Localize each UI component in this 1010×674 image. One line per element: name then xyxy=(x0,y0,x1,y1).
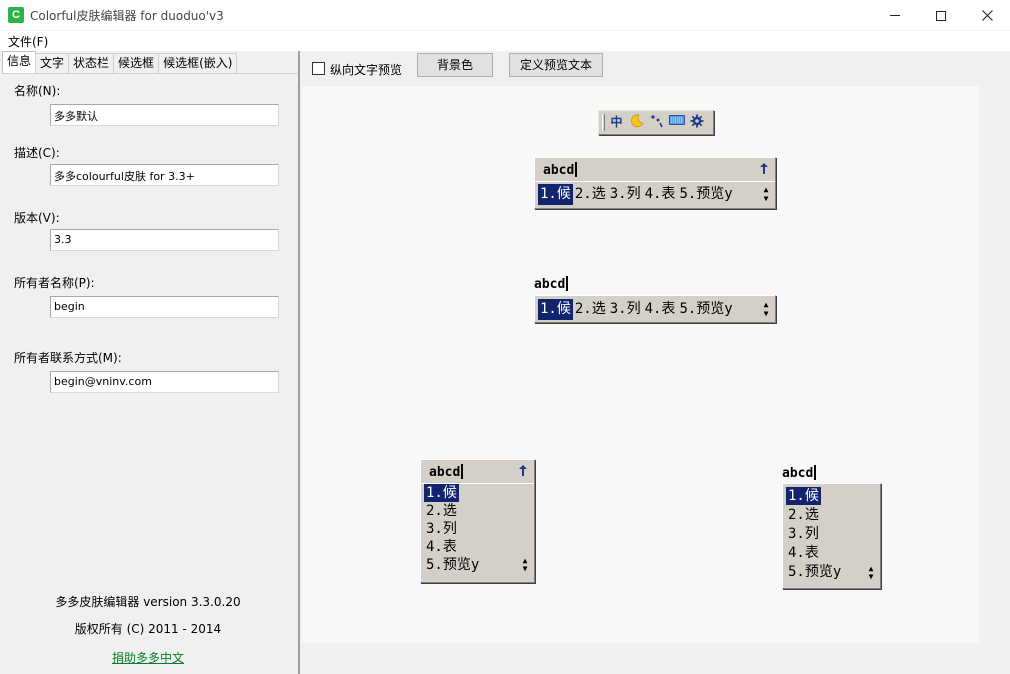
close-icon xyxy=(981,10,993,21)
candidate-item[interactable]: 1.候 xyxy=(424,484,459,502)
ime-status-bar: 中 xyxy=(598,110,714,135)
candidate-row: 1.候 xyxy=(421,484,534,502)
close-button[interactable] xyxy=(964,0,1010,31)
candidate-item[interactable]: 5.预览y xyxy=(677,184,734,205)
owner-field[interactable]: begin xyxy=(50,296,279,318)
candidate-row: 2.选 xyxy=(421,502,534,520)
tab-divider xyxy=(2,73,298,74)
pin-icon[interactable] xyxy=(759,162,769,178)
copyright-info: 版权所有 (C) 2011 - 2014 xyxy=(74,622,222,636)
candidate-row: 3.列 xyxy=(421,520,534,538)
window-title: Colorful皮肤编辑器 for duoduo'v3 xyxy=(30,9,224,23)
keyboard-icon[interactable] xyxy=(668,114,685,131)
composition-row: abcd xyxy=(535,158,775,182)
embedded-composition-text: abcd xyxy=(782,465,817,481)
donate-link[interactable]: 捐助多多中文 xyxy=(0,649,296,666)
candidate-row: 2.选 xyxy=(783,506,880,525)
contact-label: 所有者联系方式(M): xyxy=(14,351,122,365)
candidate-item[interactable]: 5.预览y xyxy=(424,556,481,574)
candidate-item[interactable]: 1.候 xyxy=(786,487,821,505)
candidate-item[interactable]: 2.选 xyxy=(573,184,608,205)
zhong-icon[interactable]: 中 xyxy=(608,114,625,131)
candidate-row: 3.列 xyxy=(783,525,880,544)
title-bar: C Colorful皮肤编辑器 for duoduo'v3 xyxy=(0,0,1010,31)
contact-field[interactable]: begin@vninv.com xyxy=(50,371,279,393)
name-field[interactable]: 多多默认 xyxy=(50,104,279,126)
page-down-icon[interactable]: ▼ xyxy=(760,195,772,203)
menu-bar: 文件(F) xyxy=(0,31,1010,51)
define-preview-text-button[interactable]: 定义预览文本 xyxy=(509,53,603,77)
candidate-row: 1.候 2.选 3.列 4.表 5.预览y ▲ ▼ xyxy=(535,296,775,322)
composition-row: abcd xyxy=(421,460,534,484)
page-up-icon[interactable]: ▲ xyxy=(760,186,772,194)
page-down-icon[interactable]: ▼ xyxy=(760,310,772,318)
gear-icon[interactable] xyxy=(688,114,705,131)
maximize-icon xyxy=(936,10,946,21)
background-color-button[interactable]: 背景色 xyxy=(417,53,493,77)
candidate-item[interactable]: 2.选 xyxy=(573,299,608,320)
tab-strip: 信息 文字 状态栏 候选框 候选框(嵌入) xyxy=(2,51,238,73)
candidate-item[interactable]: 3.列 xyxy=(786,525,821,543)
maximize-button[interactable] xyxy=(918,0,964,31)
minimize-button[interactable] xyxy=(872,0,918,31)
version-label: 版本(V): xyxy=(14,211,60,225)
horizontal-candidate-window: abcd 1.候 2.选 3.列 4.表 5.预览y ▲ ▼ xyxy=(534,157,776,209)
candidate-row: 5.预览y ▲ ▼ xyxy=(783,563,880,582)
candidate-row: 1.候 xyxy=(783,486,880,506)
tab-info[interactable]: 信息 xyxy=(2,51,37,73)
version-field[interactable]: 3.3 xyxy=(50,229,279,251)
candidate-item[interactable]: 4.表 xyxy=(643,184,678,205)
drag-handle[interactable] xyxy=(602,114,605,131)
composition-text: abcd xyxy=(429,464,464,480)
candidate-item[interactable]: 5.预览y xyxy=(677,299,734,320)
candidate-item[interactable]: 3.列 xyxy=(424,520,459,538)
description-field[interactable]: 多多colourful皮肤 for 3.3+ xyxy=(50,164,279,186)
candidate-item[interactable]: 1.候 xyxy=(538,298,573,320)
right-panel: 纵向文字预览 背景色 定义预览文本 中 abcd 1.候 2.选 3.列 4.表… xyxy=(302,51,1010,674)
candidate-item[interactable]: 5.预览y xyxy=(786,563,843,581)
embedded-candidate-window: 1.候 2.选 3.列 4.表 5.预览y ▲ ▼ xyxy=(534,295,776,323)
candidate-item[interactable]: 3.列 xyxy=(608,184,643,205)
candidate-item[interactable]: 1.候 xyxy=(538,183,573,205)
candidate-item[interactable]: 2.选 xyxy=(786,506,821,524)
minimize-icon xyxy=(890,15,900,16)
tab-candidate-box[interactable]: 候选框 xyxy=(113,53,160,73)
menu-file[interactable]: 文件(F) xyxy=(8,33,48,50)
version-info: 多多皮肤编辑器 version 3.3.0.20 xyxy=(55,595,241,609)
preview-canvas: 中 abcd 1.候 2.选 3.列 4.表 5.预览y ▲ ▼ abcd 1.… xyxy=(302,86,979,643)
candidate-row: 4.表 xyxy=(421,538,534,556)
owner-label: 所有者名称(P): xyxy=(14,276,95,290)
punct-icon[interactable] xyxy=(648,114,665,131)
candidate-item[interactable]: 4.表 xyxy=(786,544,821,562)
candidate-item[interactable]: 2.选 xyxy=(424,502,459,520)
vertical-preview-checkbox[interactable] xyxy=(312,62,325,75)
name-label: 名称(N): xyxy=(14,84,61,98)
tab-text[interactable]: 文字 xyxy=(35,53,70,73)
tab-candidate-embedded[interactable]: 候选框(嵌入) xyxy=(158,53,238,73)
candidate-item[interactable]: 3.列 xyxy=(608,299,643,320)
composition-text: abcd xyxy=(543,162,578,178)
pin-icon[interactable] xyxy=(518,464,528,480)
vertical-embedded-candidate-window: 1.候 2.选 3.列 4.表 5.预览y ▲ ▼ xyxy=(782,483,881,589)
embedded-composition-text: abcd xyxy=(534,276,569,292)
page-up-icon[interactable]: ▲ xyxy=(760,301,772,309)
page-down-icon[interactable]: ▼ xyxy=(865,573,877,581)
left-panel: 信息 文字 状态栏 候选框 候选框(嵌入) 名称(N): 多多默认 描述(C):… xyxy=(0,51,300,674)
description-label: 描述(C): xyxy=(14,146,60,160)
candidate-row: 1.候 2.选 3.列 4.表 5.预览y ▲ ▼ xyxy=(535,182,775,206)
candidate-item[interactable]: 4.表 xyxy=(424,538,459,556)
vertical-candidate-window: abcd 1.候 2.选 3.列 4.表 5.预览y ▲ ▼ xyxy=(420,459,535,583)
moon-icon[interactable] xyxy=(628,114,645,131)
candidate-row: 5.预览y ▲ ▼ xyxy=(421,556,534,574)
vertical-preview-label: 纵向文字预览 xyxy=(330,63,403,77)
candidate-item[interactable]: 4.表 xyxy=(643,299,678,320)
tab-status-bar[interactable]: 状态栏 xyxy=(68,53,115,73)
candidate-row: 4.表 xyxy=(783,544,880,563)
page-down-icon[interactable]: ▼ xyxy=(519,565,531,573)
app-icon: C xyxy=(8,7,24,23)
